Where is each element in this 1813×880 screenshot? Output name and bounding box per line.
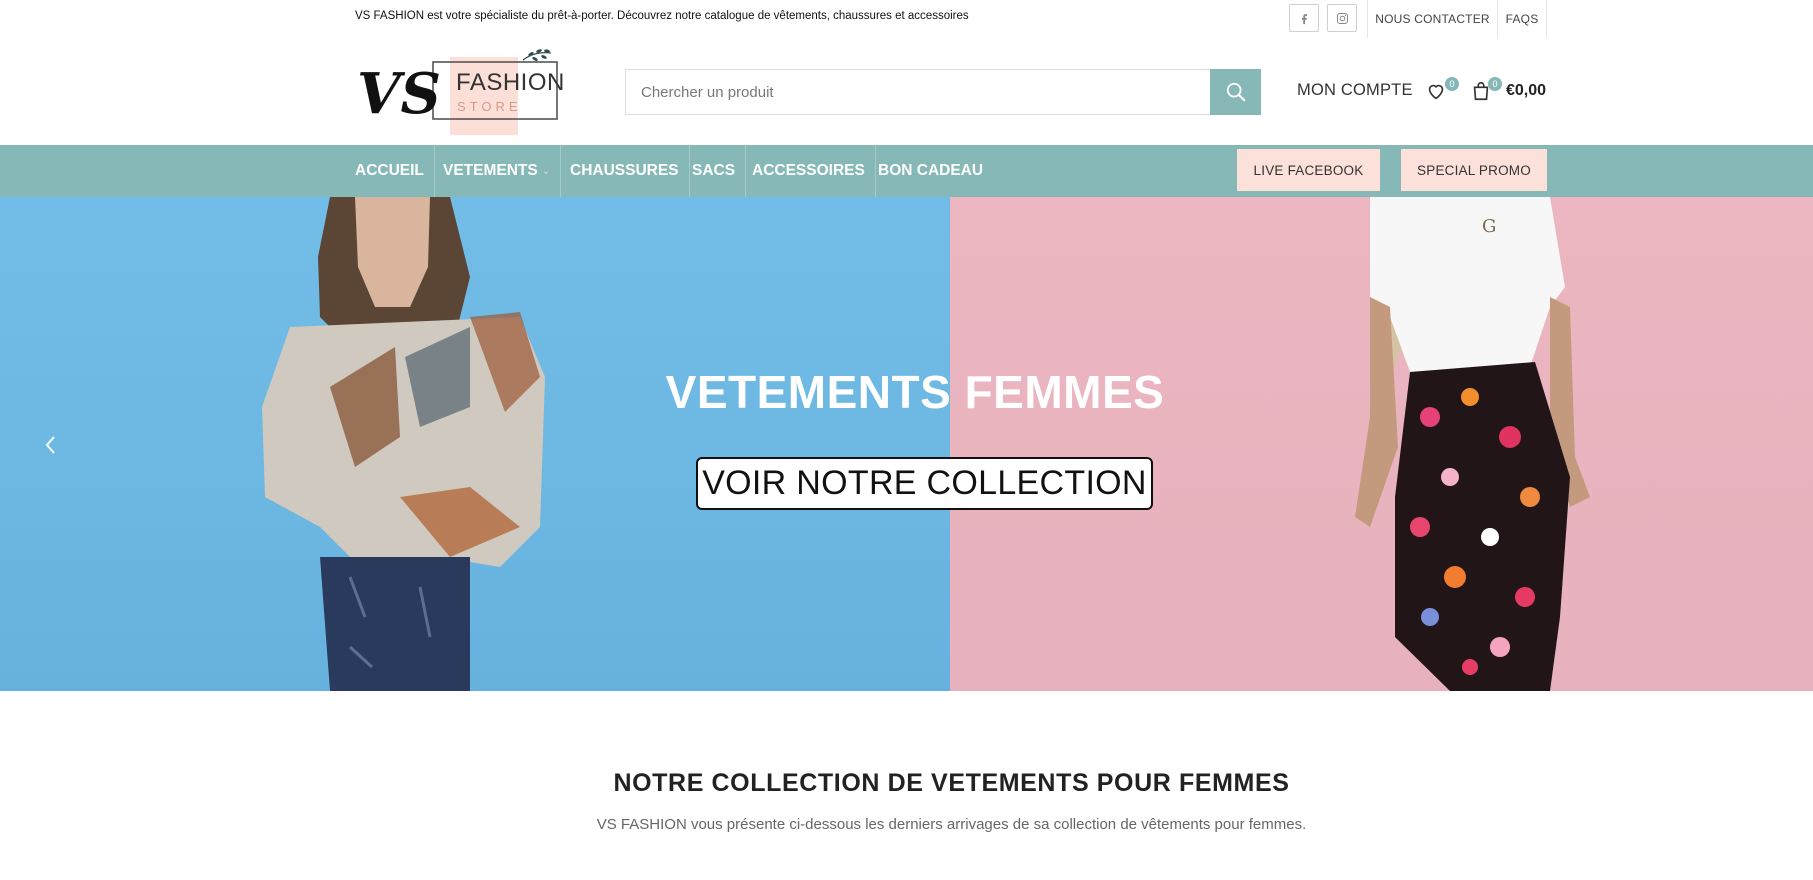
svg-text:STORE: STORE	[457, 99, 522, 114]
svg-text:FASHION: FASHION	[456, 69, 565, 96]
nav-item-sacs[interactable]: SACS	[682, 145, 747, 197]
nav-item-bon-cadeau[interactable]: BON CADEAU	[868, 145, 993, 197]
svg-text:G: G	[1482, 216, 1496, 237]
instagram-link[interactable]	[1327, 4, 1357, 32]
nav-item-chaussures[interactable]: CHAUSSURES	[560, 145, 690, 197]
chevron-down-icon: ⌄	[541, 165, 551, 177]
hero-left-model-image	[262, 197, 545, 691]
heart-icon	[1428, 84, 1444, 100]
nav-item-vetements[interactable]: VETEMENTS ⌄	[433, 145, 562, 197]
hero-slider: G VETEMENTS FEMMES VOIR NOTRE COLLECTION	[0, 197, 1813, 691]
live-facebook-button[interactable]: LIVE FACEBOOK	[1237, 149, 1380, 191]
facebook-icon	[1301, 13, 1307, 24]
contact-link[interactable]: NOUS CONTACTER	[1367, 0, 1497, 38]
hero-right-panel: G	[950, 197, 1813, 691]
top-bar: VS FASHION est votre spécialiste du prêt…	[0, 0, 1813, 38]
logo-graphic: VS FASHION STORE	[357, 49, 565, 135]
nav-item-label: SACS	[692, 162, 736, 179]
nav-item-accessoires[interactable]: ACCESSOIRES	[742, 145, 876, 197]
wishlist-button[interactable]: 0	[1425, 77, 1459, 106]
nav-item-accueil[interactable]: ACCUEIL	[345, 145, 435, 197]
hero-title: VETEMENTS FEMMES	[665, 366, 1165, 418]
special-promo-button[interactable]: SPECIAL PROMO	[1401, 149, 1547, 191]
nav-item-label: BON CADEAU	[878, 162, 984, 179]
chevron-left-icon	[45, 436, 55, 454]
facebook-link[interactable]	[1289, 4, 1319, 32]
view-collection-button[interactable]: VOIR NOTRE COLLECTION	[696, 457, 1153, 510]
search-button[interactable]	[1210, 69, 1261, 115]
cart-total[interactable]: €0,00	[1506, 82, 1546, 100]
search-input[interactable]: Chercher un produit	[625, 69, 1211, 115]
hero-left-panel	[0, 197, 950, 691]
hero-right-model-image: G	[1355, 197, 1590, 691]
faqs-link[interactable]: FAQS	[1497, 0, 1547, 38]
section-subtitle: VS FASHION vous présente ci-dessous les …	[596, 816, 1307, 833]
slider-prev-button[interactable]	[40, 430, 60, 460]
nav-item-label: ACCESSOIRES	[752, 162, 865, 179]
wishlist-count-badge: 0	[1445, 77, 1459, 91]
cart-count-badge: 0	[1488, 77, 1502, 91]
top-tagline: VS FASHION est votre spécialiste du prêt…	[355, 10, 969, 22]
instagram-icon	[1336, 12, 1348, 24]
section-title: NOTRE COLLECTION DE VETEMENTS POUR FEMME…	[613, 769, 1290, 797]
nav-item-label: ACCUEIL	[355, 162, 424, 179]
site-logo[interactable]: VS FASHION STORE	[355, 45, 583, 137]
my-account-link[interactable]: MON COMPTE	[1297, 81, 1413, 100]
search-icon	[1226, 82, 1245, 102]
cart-button[interactable]: 0	[1470, 77, 1502, 106]
nav-item-label: VETEMENTS	[443, 162, 538, 179]
svg-text:VS: VS	[357, 61, 441, 127]
nav-item-label: CHAUSSURES	[570, 162, 679, 179]
